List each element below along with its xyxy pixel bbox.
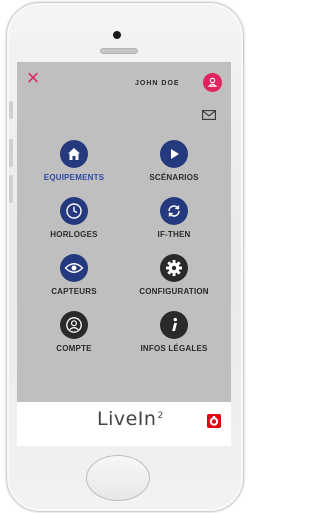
info-icon: [160, 311, 188, 339]
menu-item-label: HORLOGES: [50, 230, 98, 239]
menu-item-label: CAPTEURS: [51, 287, 97, 296]
menu-item-label: IF-THEN: [157, 230, 191, 239]
mail-icon[interactable]: [202, 110, 216, 120]
top-bar: × JOHN DOE: [17, 62, 231, 98]
menu-item-infos-legales[interactable]: INFOS LÉGALES: [124, 311, 224, 353]
menu-item-capteurs[interactable]: CAPTEURS: [24, 254, 124, 296]
menu-item-horloges[interactable]: HORLOGES: [24, 197, 124, 239]
gear-icon: [160, 254, 188, 282]
earpiece-speaker: [100, 48, 138, 54]
menu-item-label: EQUIPEMENTS: [43, 173, 105, 182]
home-button[interactable]: [86, 455, 150, 501]
sync-icon: [160, 197, 188, 225]
logo-text: LiveIn: [97, 408, 157, 430]
close-icon[interactable]: ×: [23, 67, 43, 89]
mute-switch: [9, 101, 13, 119]
menu-item-label: COMPTE: [56, 344, 92, 353]
clock-icon: [60, 197, 88, 225]
user-avatar-icon: [207, 77, 218, 87]
logo-superscript: 2: [157, 410, 164, 421]
play-icon: [160, 140, 188, 168]
brand-icon: [207, 414, 221, 428]
menu-item-configuration[interactable]: CONFIGURATION: [124, 254, 224, 296]
menu-item-scenarios[interactable]: SCÉNARIOS: [124, 140, 224, 182]
eye-icon: [60, 254, 88, 282]
avatar[interactable]: [203, 73, 222, 92]
menu-item-compte[interactable]: COMPTE: [24, 311, 124, 353]
menu-item-label: SCÉNARIOS: [149, 173, 199, 182]
volume-down-button: [9, 175, 13, 203]
home-icon: [60, 140, 88, 168]
livein-logo: LiveIn2: [97, 408, 164, 430]
menu-item-label: CONFIGURATION: [139, 287, 209, 296]
volume-up-button: [9, 139, 13, 167]
user-icon: [60, 311, 88, 339]
app-screen: × JOHN DOE EQUIPEMENTS SCÉNARIOS HORLOGE…: [17, 62, 231, 446]
footer: LiveIn2: [17, 402, 231, 446]
menu-item-equipements[interactable]: EQUIPEMENTS: [24, 140, 124, 182]
front-camera: [113, 31, 121, 39]
menu-item-label: INFOS LÉGALES: [140, 344, 208, 353]
user-name: JOHN DOE: [135, 80, 180, 87]
menu-item-if-then[interactable]: IF-THEN: [124, 197, 224, 239]
